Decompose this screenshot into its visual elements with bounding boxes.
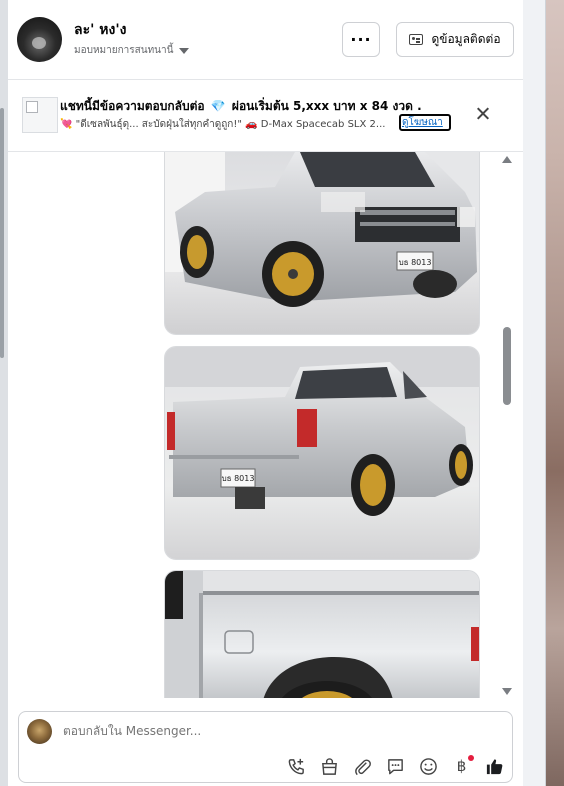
attach-button[interactable] (352, 756, 373, 777)
view-contact-label: ดูข้อมูลติดต่อ (431, 32, 501, 46)
left-scrollbar[interactable] (0, 108, 4, 358)
scroll-up-arrow-icon[interactable] (502, 156, 512, 163)
paperclip-icon (355, 758, 371, 775)
message-photo-rear[interactable]: บธ 8013 (164, 346, 480, 560)
pickup-front-image: บธ 8013 (165, 152, 479, 334)
message-photo-front[interactable]: บธ 8013 (164, 152, 480, 335)
message-photo-side[interactable] (164, 570, 480, 698)
page-avatar (27, 719, 52, 744)
contact-name[interactable]: ละ' หง'ง (74, 19, 126, 41)
like-button[interactable] (484, 756, 505, 777)
more-icon: ··· (350, 30, 372, 49)
message-input[interactable] (63, 724, 463, 738)
plate-text-rear: บธ 8013 (222, 474, 255, 483)
scroll-down-arrow-icon[interactable] (502, 688, 512, 695)
payment-button[interactable]: ฿ (451, 754, 474, 777)
thread-scrollbar[interactable] (503, 327, 511, 405)
pickup-rear-image: บธ 8013 (165, 347, 479, 559)
notice-subtitle: 💘 "ดีเซลพันธุ์ดุ... สะบัดฝุ่นใส่ทุกคำดูถ… (60, 117, 398, 132)
contact-card-icon (409, 34, 424, 45)
assign-dropdown[interactable]: มอบหมายการสนทนานี้ (74, 43, 190, 58)
emoji-button[interactable] (418, 756, 439, 777)
notice-title: แชทนี้มีข้อความตอบกลับต่อ 💎 ผ่อนเริ่มต้น… (60, 97, 422, 116)
phone-add-button[interactable] (286, 756, 307, 777)
shop-button[interactable] (319, 756, 340, 777)
view-contact-button[interactable]: ดูข้อมูลติดต่อ (396, 22, 514, 57)
background-strip (546, 0, 564, 786)
notice-title-end: ผ่อนเริ่มต้น 5,xxx บาท x 84 งวด . (231, 99, 422, 113)
shopping-bag-icon (322, 757, 337, 775)
baht-icon: ฿ (456, 757, 467, 775)
contact-avatar[interactable] (17, 17, 62, 62)
chat-bubble-icon (388, 758, 403, 774)
caret-down-icon (179, 47, 190, 54)
view-ad-link[interactable]: ดูโฆษณา (399, 114, 451, 131)
gem-icon: 💎 (210, 99, 226, 113)
reply-composer: ฿ (18, 711, 513, 783)
pickup-side-image (165, 571, 479, 698)
assign-label: มอบหมายการสนทนานี้ (74, 45, 174, 56)
phone-add-icon (288, 758, 304, 774)
close-notice-icon[interactable] (473, 104, 493, 124)
car-icon: 🚗 (245, 119, 258, 130)
heart-icon: 💘 (60, 119, 73, 130)
message-thread[interactable]: บธ 8013 บธ 8013 (8, 152, 523, 698)
notice-sub-text2: D-Max Spacecab SLX 2... (260, 119, 386, 130)
left-edge (0, 0, 8, 786)
conversation-header: ละ' หง'ง มอบหมายการสนทนานี้ ··· ดูข้อมูล… (8, 0, 523, 80)
ad-thumbnail[interactable] (22, 97, 58, 133)
plate-text-front: บธ 8013 (399, 258, 432, 267)
like-icon (486, 758, 503, 774)
notification-dot (468, 754, 474, 761)
notice-sub-text1: "ดีเซลพันธุ์ดุ... สะบัดฝุ่นใส่ทุกคำดูถูก… (75, 119, 242, 130)
emoji-icon (420, 757, 437, 775)
composer-toolbar: ฿ (286, 754, 505, 778)
right-edge (523, 0, 564, 786)
notice-title-start: แชทนี้มีข้อความตอบกลับต่อ (60, 99, 205, 113)
saved-replies-button[interactable] (385, 756, 406, 777)
more-options-button[interactable]: ··· (342, 22, 380, 57)
